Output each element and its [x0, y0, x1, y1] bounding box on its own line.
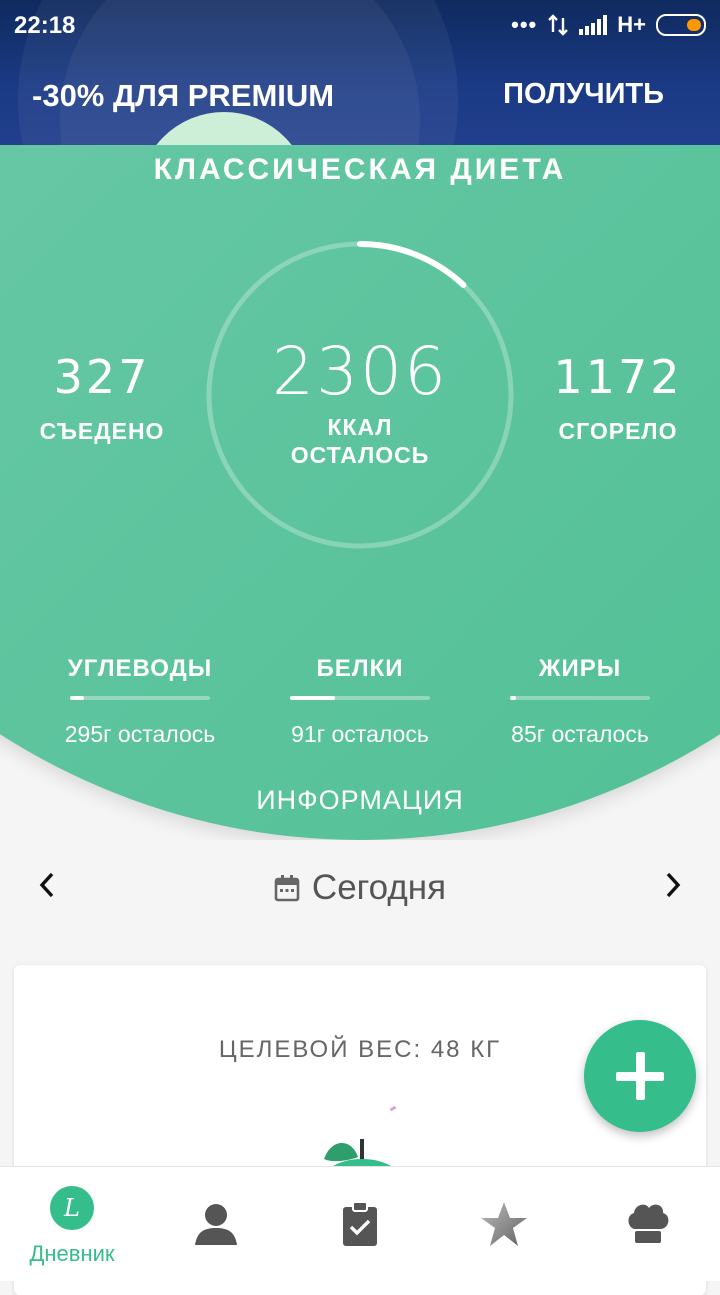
promo-text: -30% ДЛЯ PREMIUM: [32, 78, 335, 113]
next-day-button[interactable]: [653, 868, 693, 908]
macro-remaining-protein: 91г осталось: [291, 721, 429, 747]
tab-favorites[interactable]: [432, 1167, 576, 1281]
macro-name-carbs: УГЛЕВОДЫ: [67, 655, 213, 682]
profile-icon: [195, 1204, 237, 1245]
macro-bar-fat: [510, 696, 650, 700]
macro-bar-protein: [290, 696, 430, 700]
burned-label: СГОРЕЛО: [558, 418, 678, 444]
macro-remaining-carbs: 295г осталось: [64, 721, 216, 747]
macro-remaining-fat: 85г осталось: [511, 721, 649, 747]
svg-text:L: L: [63, 1194, 80, 1222]
star-icon: [481, 1202, 527, 1246]
tab-profile[interactable]: [144, 1167, 288, 1281]
eaten-label: СЪЕДЕНО: [39, 418, 165, 444]
tab-diary-label: Дневник: [29, 1241, 115, 1266]
macro-bar-fill: [510, 696, 516, 700]
get-premium-button[interactable]: ПОЛУЧИТЬ: [503, 78, 664, 111]
info-button[interactable]: ИНФОРМАЦИЯ: [0, 785, 720, 816]
status-time: 22:18: [14, 12, 76, 39]
battery-icon: [656, 14, 706, 36]
diary-icon: L: [50, 1186, 94, 1230]
date-label: Сегодня: [311, 868, 447, 907]
stats-panel: КЛАССИЧЕСКАЯ ДИЕТА 2306 ККАЛ ОСТАЛОСЬ 32…: [0, 145, 720, 840]
calories-left-label: ОСТАЛОСЬ: [290, 442, 430, 468]
network-type: H+: [617, 12, 646, 37]
tab-recipes[interactable]: [576, 1167, 720, 1281]
macro-name-protein: БЕЛКИ: [316, 655, 404, 682]
burned-value: 1172: [553, 350, 683, 404]
more-dots-icon: •••: [511, 12, 538, 37]
status-icons: ••• H+: [511, 10, 706, 40]
macro-bar-fill: [70, 696, 84, 700]
eaten-value: 327: [53, 350, 151, 404]
signal-icon: [579, 15, 608, 35]
plus-icon: [616, 1052, 664, 1100]
macro-name-fat: ЖИРЫ: [538, 655, 622, 682]
diet-name: КЛАССИЧЕСКАЯ ДИЕТА: [153, 153, 567, 186]
data-transfer-icon: [548, 14, 569, 36]
bottom-navigation: L Дневник: [0, 1166, 720, 1281]
top-bar: 22:18 ••• H+ -30% ДЛЯ PREMIUM ПОЛУЧИТЬ: [0, 0, 720, 145]
date-selector[interactable]: Сегодня: [0, 868, 720, 908]
clipboard-check-icon: [343, 1201, 377, 1246]
chevron-right-icon: [666, 872, 681, 898]
tab-plan[interactable]: [288, 1167, 432, 1281]
add-button[interactable]: [584, 1020, 696, 1132]
macro-bar-fill: [290, 696, 335, 700]
calendar-icon: [274, 875, 300, 902]
tab-diary[interactable]: L Дневник: [0, 1167, 144, 1281]
macro-bar-carbs: [70, 696, 210, 700]
chef-hat-icon: [628, 1204, 669, 1243]
